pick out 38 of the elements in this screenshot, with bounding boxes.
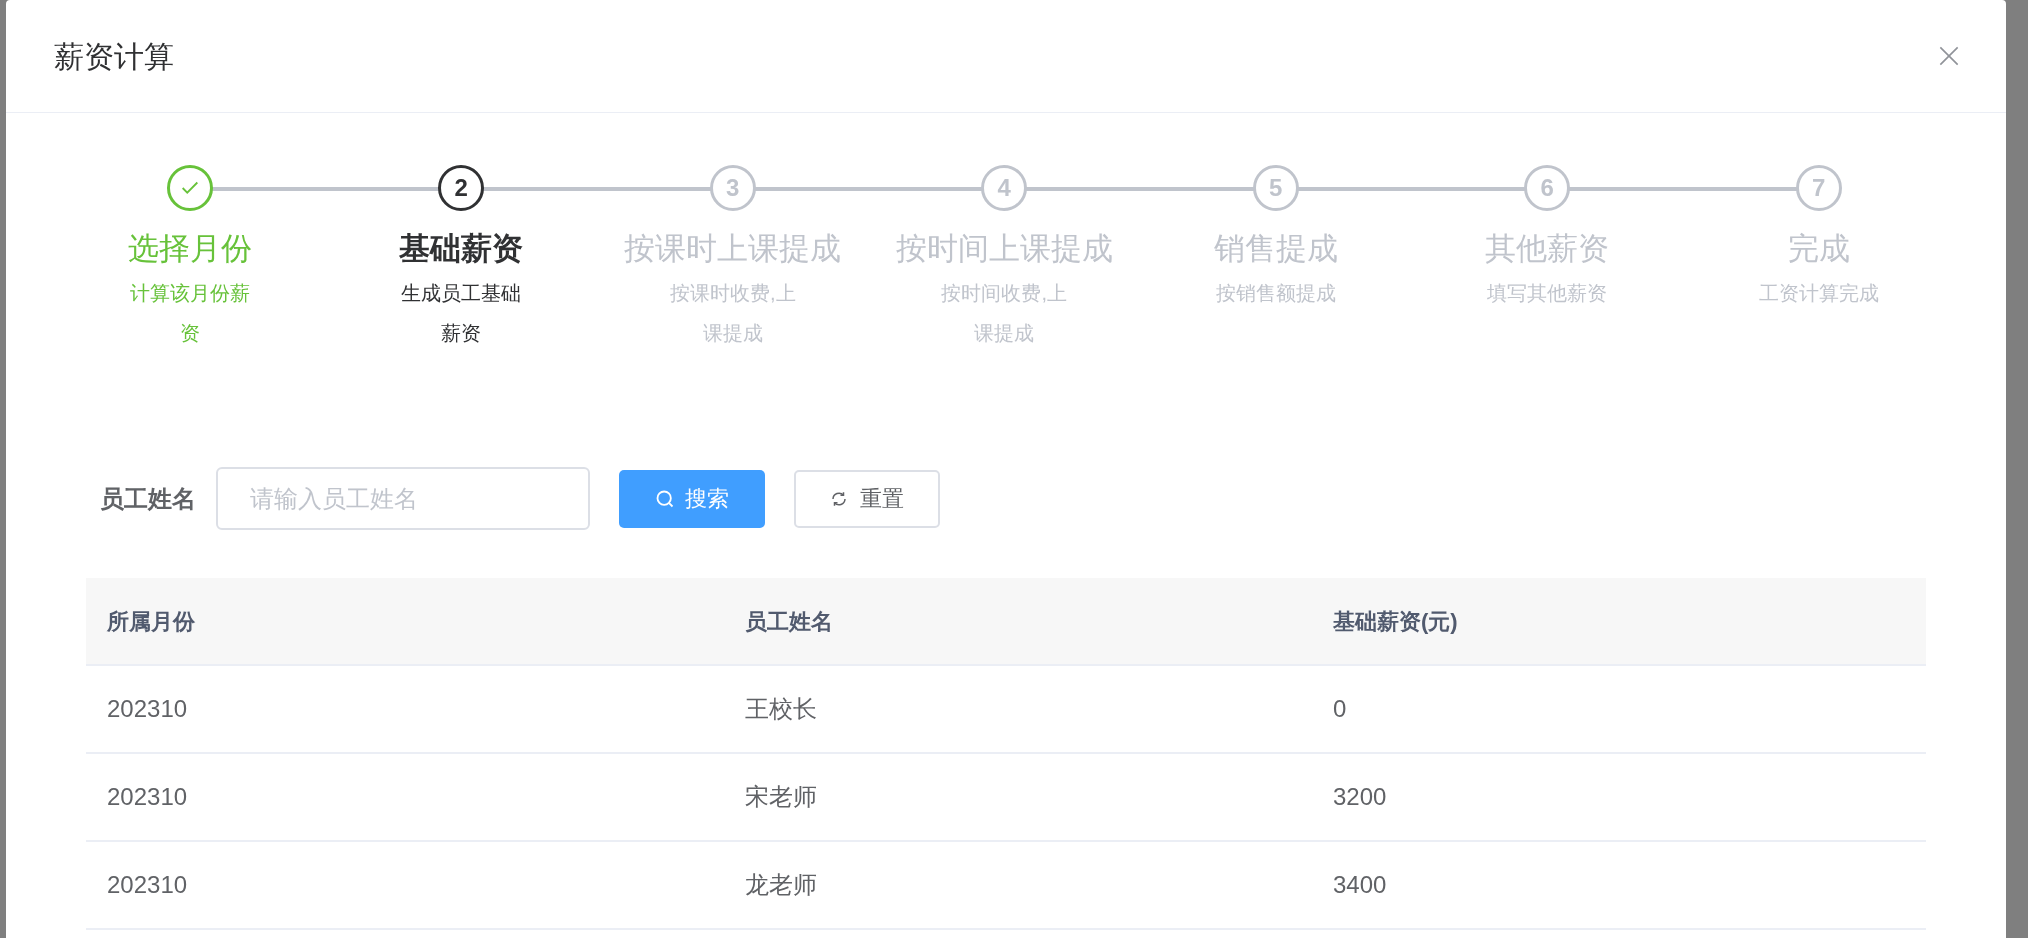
step-number: 2 xyxy=(454,173,468,203)
table-cell-text: 龙老师 xyxy=(744,870,818,900)
step-title: 按课时上课提成 xyxy=(624,230,842,268)
table-cell-text: 3400 xyxy=(1332,870,1388,900)
table-cell-text: 202310 xyxy=(106,782,189,812)
step-title: 销售提成 xyxy=(1213,230,1338,268)
column-header: 员工姓名 xyxy=(744,607,834,636)
step-number: 4 xyxy=(997,173,1011,203)
step-title: 基础薪资 xyxy=(399,230,524,268)
step-title: 完成 xyxy=(1787,230,1850,268)
step-number: 3 xyxy=(726,173,740,203)
table-cell-text: 3200 xyxy=(1332,782,1388,812)
step-number: 6 xyxy=(1540,173,1554,203)
step-description: 按课时收费,上课提成 xyxy=(668,281,797,346)
field-label: 员工姓名 xyxy=(100,483,196,514)
dialog-title: 薪资计算 xyxy=(54,38,174,75)
search-icon xyxy=(655,488,675,509)
refresh-icon xyxy=(830,489,848,508)
step-description: 计算该月份薪资 xyxy=(128,281,251,346)
step-description: 按销售额提成 xyxy=(1214,281,1337,306)
column-header: 基础薪资(元) xyxy=(1332,607,1459,636)
step-title: 其他薪资 xyxy=(1485,230,1610,268)
step-number: 5 xyxy=(1269,173,1283,203)
step-number: 7 xyxy=(1812,173,1826,203)
table-cell-text: 202310 xyxy=(106,694,189,724)
step-title: 按时间上课提成 xyxy=(895,230,1113,268)
name-input-field[interactable]: 请输入员工姓名 xyxy=(216,467,590,530)
column-header: 所属月份 xyxy=(106,607,196,636)
table-cell-text: 宋老师 xyxy=(744,782,818,812)
table-cell-text: 王校长 xyxy=(744,694,818,724)
step-description: 工资计算完成 xyxy=(1757,281,1880,306)
table-cell-text: 202310 xyxy=(106,870,189,900)
reset-button[interactable]: 重置 xyxy=(794,469,940,528)
step-description: 生成员工基础薪资 xyxy=(400,281,523,346)
step-description: 按时间收费,上课提成 xyxy=(940,281,1069,346)
step-description: 填写其他薪资 xyxy=(1486,281,1609,306)
step-title: 选择月份 xyxy=(127,230,252,268)
table-cell-text: 0 xyxy=(1332,694,1348,724)
